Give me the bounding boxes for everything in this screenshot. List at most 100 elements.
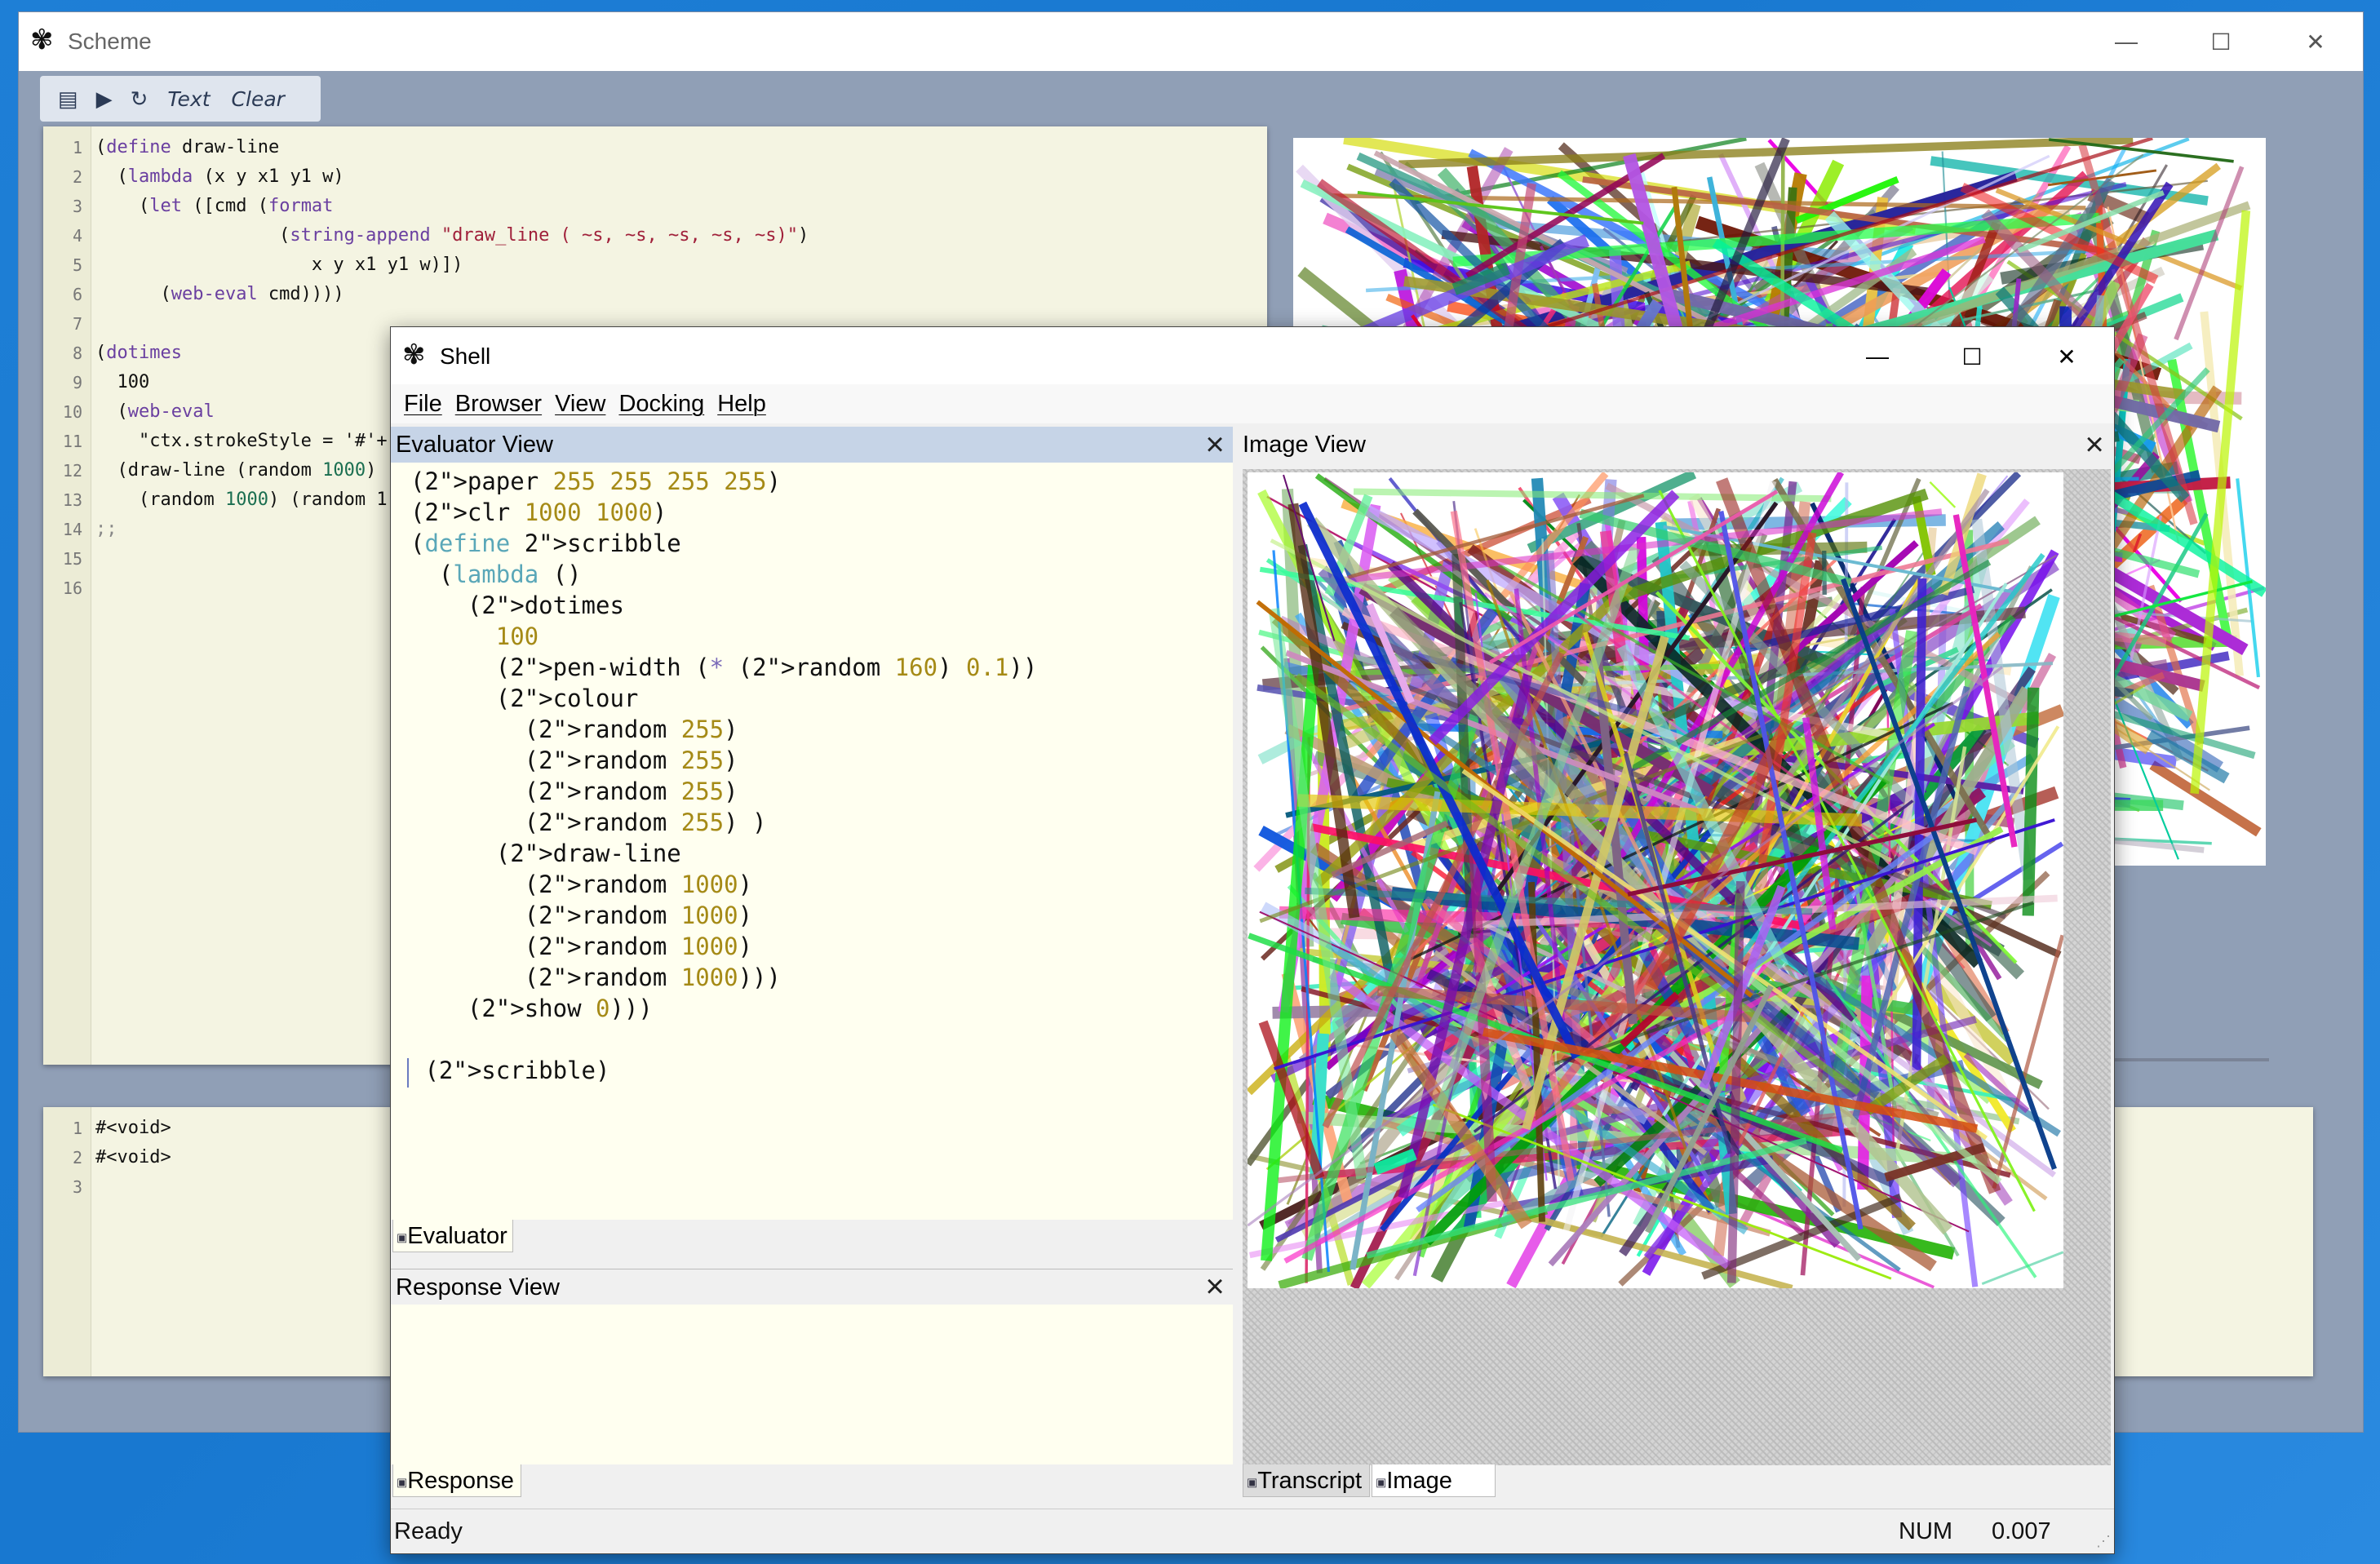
evaluator-line[interactable]: (2">random 1000))) [410, 962, 781, 993]
evaluator-line[interactable]: (2">random 1000) [410, 931, 752, 962]
line-number: 14 [62, 520, 82, 539]
code-text: (string-append "draw_line ( ~s, ~s, ~s, … [95, 225, 809, 246]
status-ready: Ready [394, 1518, 463, 1544]
book-icon[interactable]: ▤ [51, 86, 85, 112]
shell-title-bar[interactable]: ✾ Shell — ☐ ✕ [391, 327, 2114, 384]
evaluator-line[interactable]: (2">random 1000) [410, 900, 752, 931]
image-canvas [1248, 472, 2063, 1288]
evaluator-line[interactable]: 100 [410, 621, 538, 652]
code-text: (let ([cmd (format [95, 196, 334, 216]
code-line[interactable]: 5 x y x1 y1 w)]) [43, 250, 1267, 280]
evaluator-editor[interactable]: (2">paper 255 255 255 255) (2">clr 1000 1… [391, 463, 1233, 1220]
tab-image[interactable]: ▣Image [1372, 1464, 1496, 1497]
code-line[interactable]: 3 (let ([cmd (format [43, 192, 1267, 221]
menu-bar: File Browser View Docking Help [391, 384, 2114, 423]
scheme-toolbar: ▤ ▶ ↻ Text Clear [40, 76, 321, 122]
status-num: NUM [1899, 1518, 1953, 1544]
evaluator-line[interactable]: (2">dotimes [410, 590, 624, 621]
evaluator-line[interactable]: (lambda () [410, 559, 582, 590]
tab-pane-icon: ▣ [397, 1475, 408, 1489]
menu-docking[interactable]: Docking [612, 391, 711, 418]
code-text: (web-eval cmd)))) [95, 284, 344, 304]
evaluator-line[interactable]: (2">random 255) [410, 776, 738, 807]
menu-file[interactable]: File [397, 391, 449, 418]
menu-help[interactable]: Help [711, 391, 773, 418]
text-button[interactable]: Text [159, 87, 218, 111]
line-number: 9 [72, 373, 82, 392]
evaluator-line[interactable]: (2">colour [410, 683, 639, 714]
line-number: 3 [72, 197, 82, 216]
resize-grip-icon[interactable]: ⋰ [2096, 1533, 2111, 1550]
response-area[interactable] [391, 1305, 1233, 1464]
scheme-logo-icon: ✾ [30, 24, 54, 55]
line-number: 3 [72, 1177, 82, 1197]
code-line[interactable]: 6 (web-eval cmd)))) [43, 280, 1267, 309]
image-area[interactable] [1243, 469, 2111, 1465]
line-number: 6 [72, 285, 82, 304]
close-button[interactable]: ✕ [2019, 327, 2114, 386]
minimize-button[interactable]: — [2079, 12, 2174, 71]
close-button[interactable]: ✕ [2268, 12, 2363, 71]
line-number: 11 [62, 432, 82, 451]
evaluator-line[interactable]: (2">random 255) [410, 714, 738, 745]
evaluator-line[interactable]: (2">random 1000) [410, 869, 752, 900]
menu-browser[interactable]: Browser [449, 391, 548, 418]
maximize-button[interactable]: ☐ [1925, 327, 2019, 386]
menu-view[interactable]: View [548, 391, 612, 418]
line-number: 2 [72, 167, 82, 187]
response-close-icon[interactable]: × [1197, 1269, 1233, 1305]
line-number: 1 [72, 138, 82, 157]
tab-evaluator[interactable]: ▣Evaluator [392, 1220, 513, 1252]
output-text: #<void> [95, 1147, 171, 1167]
code-text: (web-eval [95, 401, 215, 422]
code-text: 100 [95, 372, 150, 392]
clear-button[interactable]: Clear [224, 87, 293, 111]
minimize-button[interactable]: — [1830, 327, 1925, 386]
line-number: 10 [62, 402, 82, 422]
image-view-title-text: Image View [1243, 432, 1366, 458]
evaluator-line[interactable]: (2">random 255) ) [410, 807, 767, 838]
code-line[interactable]: 2 (lambda (x y x1 y1 w) [43, 162, 1267, 192]
play-icon[interactable]: ▶ [90, 86, 119, 112]
line-number: 7 [72, 314, 82, 334]
refresh-icon[interactable]: ↻ [124, 86, 155, 112]
code-text: "ctx.strokeStyle = '#'+ [95, 431, 388, 451]
code-text: (define draw-line [95, 137, 280, 157]
evaluator-view-title-text: Evaluator View [396, 432, 553, 458]
tab-response[interactable]: ▣Response [392, 1464, 521, 1497]
scribble-image [1248, 472, 2063, 1288]
maximize-button[interactable]: ☐ [2174, 12, 2268, 71]
line-number: 12 [62, 461, 82, 481]
line-number: 8 [72, 343, 82, 363]
evaluator-line[interactable]: (2">scribble) [410, 1055, 609, 1086]
image-close-icon[interactable]: × [2076, 427, 2112, 463]
evaluator-line[interactable]: (2">pen-width (* (2">random 160) 0.1)) [410, 652, 1038, 683]
evaluator-close-icon[interactable]: × [1197, 427, 1233, 463]
scribble-line [1929, 481, 1957, 508]
shell-window-title: Shell [440, 343, 491, 369]
tab-transcript[interactable]: ▣Transcript [1243, 1464, 1370, 1497]
evaluator-line[interactable]: (2">draw-line [410, 838, 681, 869]
evaluator-line[interactable]: (define 2">scribble [410, 528, 681, 559]
evaluator-line[interactable]: (2">clr 1000 1000) [410, 497, 667, 528]
scribble-line [2022, 687, 2040, 916]
evaluator-line[interactable]: (2">random 255) [410, 745, 738, 776]
line-number: 15 [62, 549, 82, 569]
response-view-title-text: Response View [396, 1274, 560, 1300]
scheme-logo-icon: ✾ [402, 339, 426, 370]
response-view-title: Response View [391, 1269, 1233, 1305]
evaluator-line[interactable]: (2">show 0))) [410, 993, 653, 1024]
line-number: 16 [62, 578, 82, 598]
image-view-title: Image View [1238, 427, 2112, 463]
code-line[interactable]: 1 (define draw-line [43, 133, 1267, 162]
line-number: 1 [72, 1119, 82, 1138]
scheme-title-bar[interactable]: ✾ Scheme — ☐ ✕ [19, 12, 2363, 71]
evaluator-line[interactable]: (2">paper 255 255 255 255) [410, 466, 781, 497]
scribble-line [1992, 934, 2063, 1190]
code-line[interactable]: 4 (string-append "draw_line ( ~s, ~s, ~s… [43, 221, 1267, 250]
code-text: (draw-line (random 1000) [95, 460, 377, 481]
shell-window: ✾ Shell — ☐ ✕ File Browser View Docking … [390, 326, 2115, 1554]
tab-pane-icon: ▣ [1247, 1475, 1258, 1489]
line-number: 4 [72, 226, 82, 246]
status-time: 0.007 [1992, 1518, 2051, 1544]
